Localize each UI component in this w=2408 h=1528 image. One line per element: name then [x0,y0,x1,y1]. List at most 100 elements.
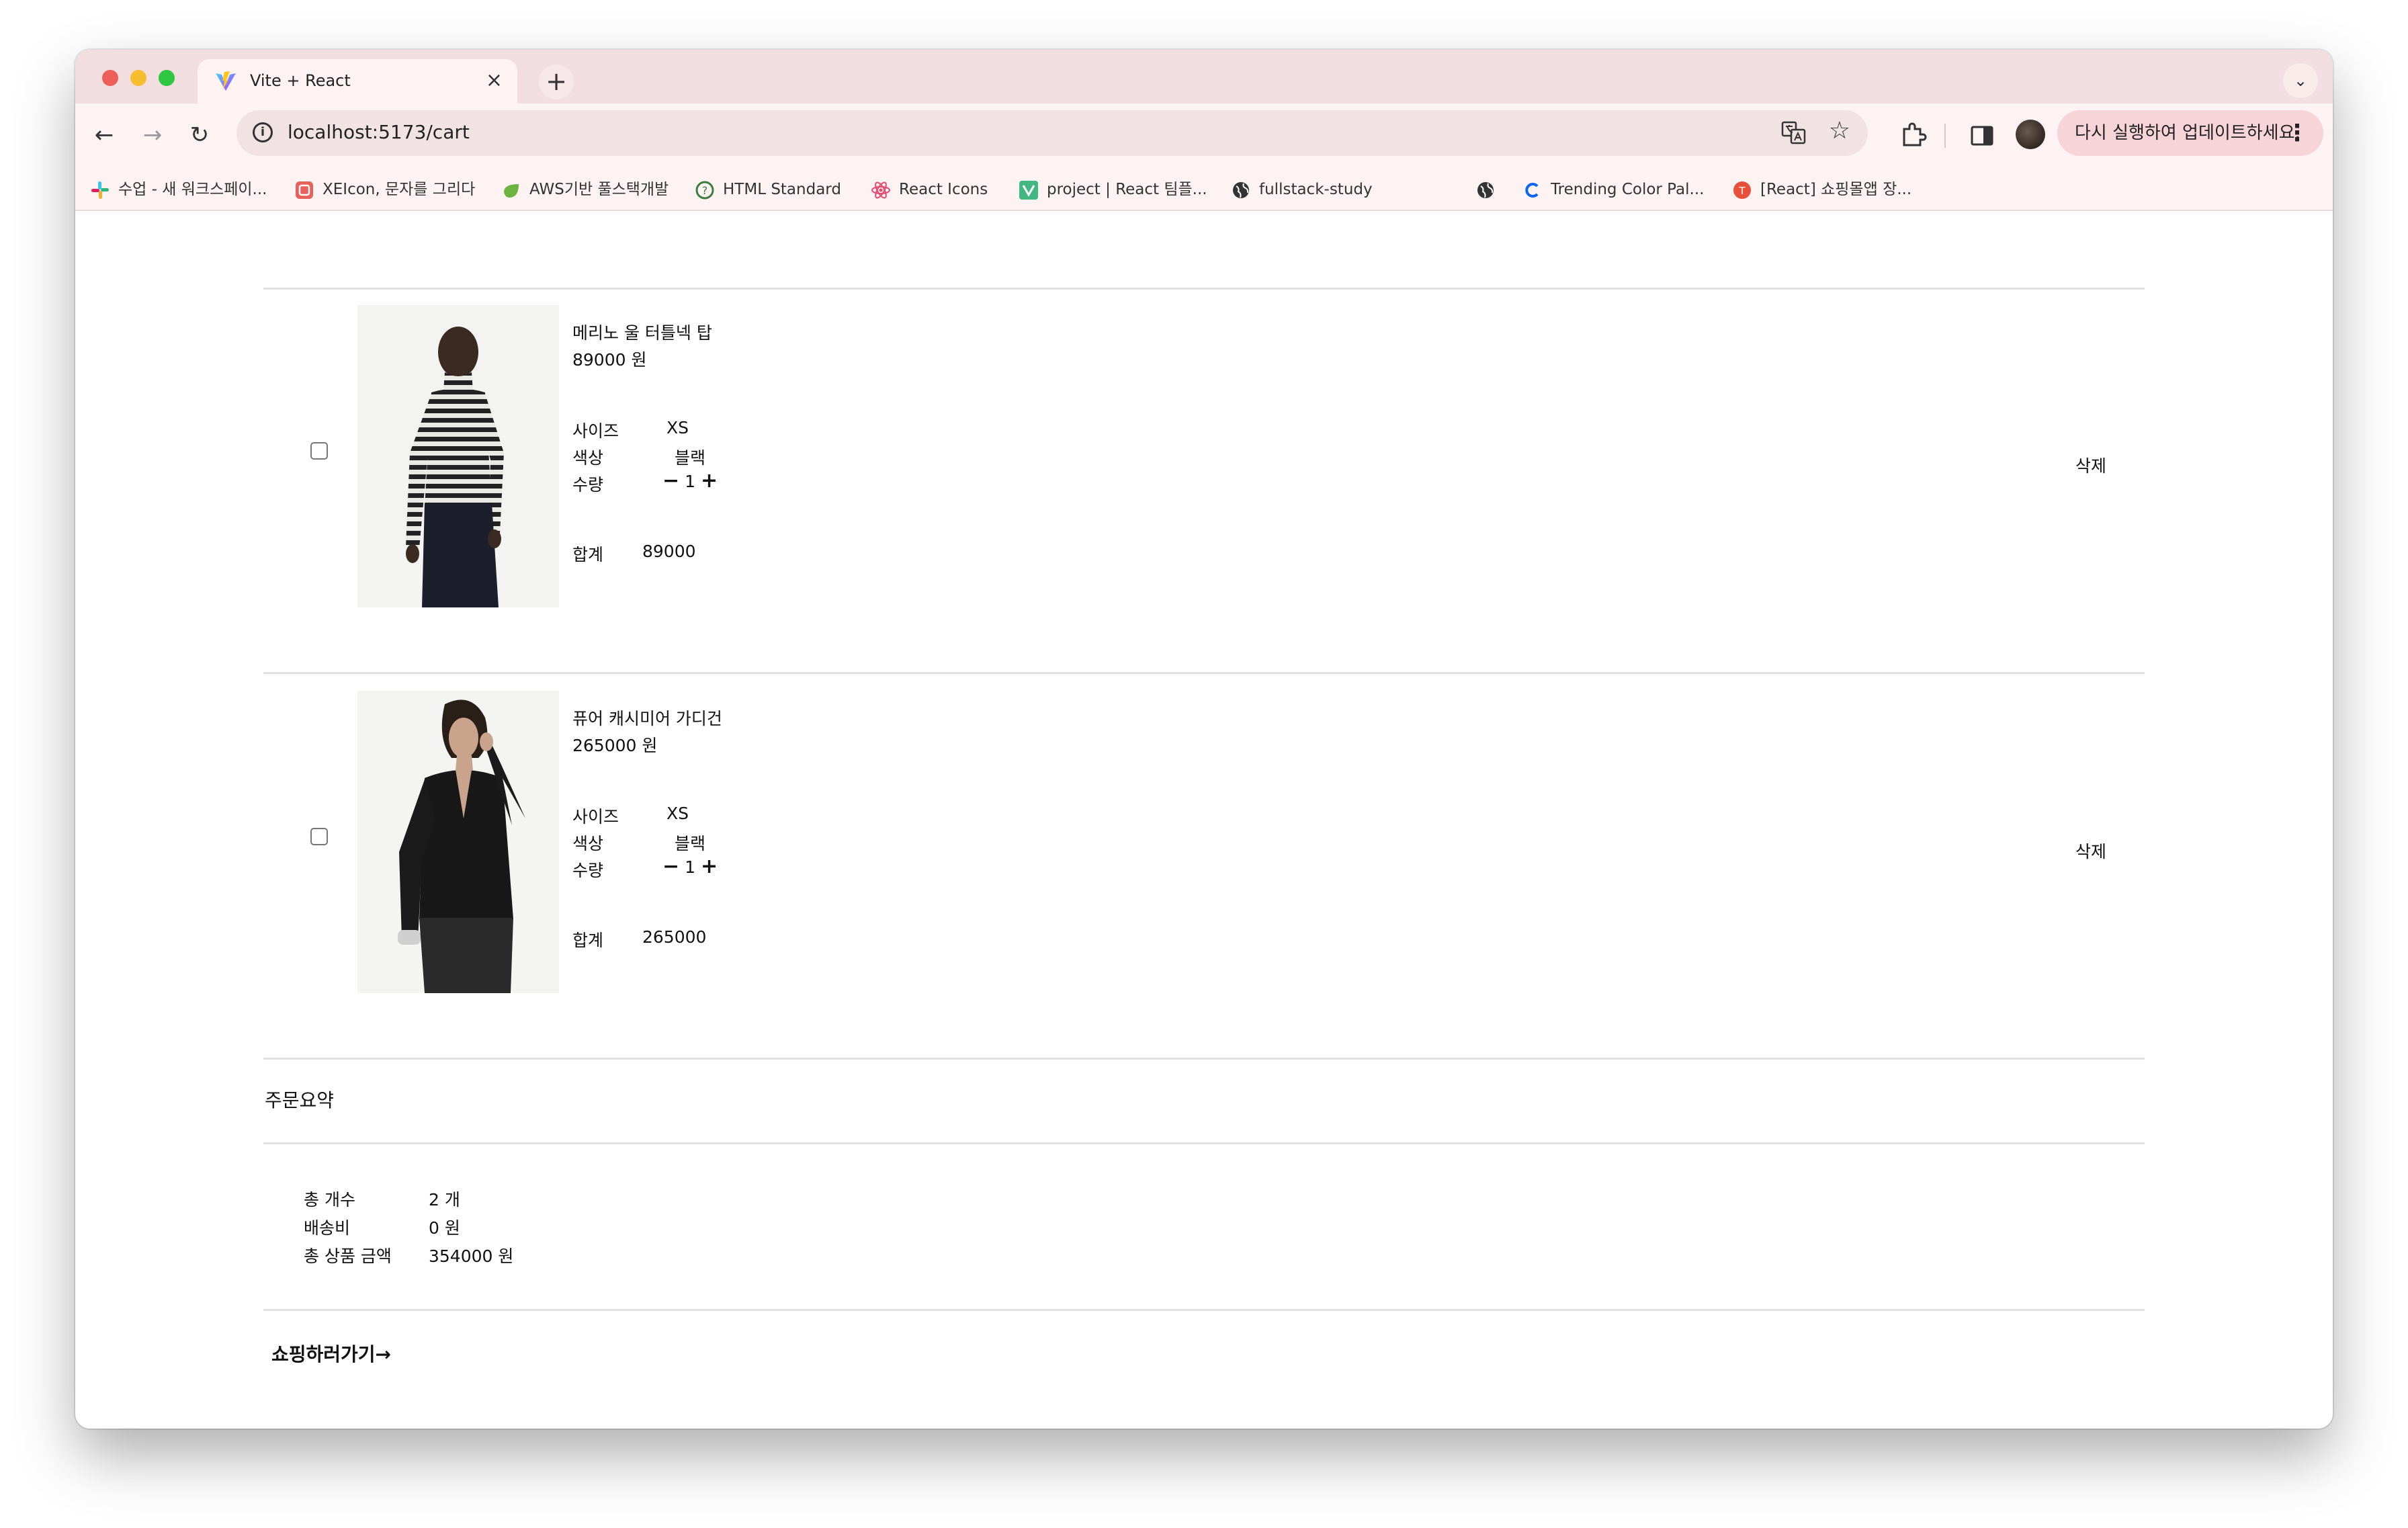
cart-page: 메리노 울 터틀넥 탑 89000 원 사이즈 XS 색상 블랙 수량 − 1 … [75,211,2333,1429]
bookmark-item[interactable]: Trending Color Pal... [1522,176,1704,203]
tab-search-button[interactable]: ⌄ [2283,63,2318,98]
color-value: 블랙 [675,448,706,468]
item-total-value: 265000 [642,927,707,947]
quantity-label: 수량 [572,861,604,880]
close-tab-icon[interactable]: × [486,69,503,93]
whatwg-icon: ? [695,181,714,199]
quantity-value: 1 [685,472,695,491]
svg-text:T: T [1738,185,1746,197]
address-bar[interactable]: i localhost:5173/cart ☆ [236,110,1868,156]
summary-title: 주문요약 [265,1089,335,1111]
back-button[interactable]: ← [87,118,121,152]
globe-icon [1233,181,1249,198]
divider [263,1142,2145,1144]
size-label: 사이즈 [572,807,619,826]
count-label: 총 개수 [304,1190,355,1209]
item-select-checkbox[interactable] [310,442,328,460]
item-total-label: 합계 [572,931,604,950]
bookmark-item[interactable]: XEIcon, 문자를 그리다 [294,176,475,203]
product-image [357,691,559,993]
shipping-value: 0 원 [429,1218,460,1238]
notion-icon: T [1733,181,1751,199]
cart-item: 메리노 울 터틀넥 탑 89000 원 사이즈 XS 색상 블랙 수량 − 1 … [263,305,2145,668]
divider [263,288,2145,290]
bookmark-item[interactable]: ? HTML Standard [695,176,841,203]
xeicon-icon [296,181,313,199]
minus-icon[interactable]: − [662,855,679,878]
total-value: 354000 원 [429,1246,514,1266]
translate-icon[interactable] [1780,120,1807,146]
black-cardigan-photo [357,691,559,993]
profile-avatar[interactable] [2016,120,2045,149]
bookmark-item[interactable]: project | React 팀플... [1019,176,1207,203]
slack-icon [91,181,109,199]
bookmarks-bar: 수업 - 새 워크스페이... XEIcon, 문자를 그리다 AWS기반 풀스… [75,168,2333,211]
side-panel-icon[interactable] [1966,120,1998,152]
extensions-puzzle-icon[interactable] [1896,118,1931,153]
delete-button[interactable]: 삭제 [2075,839,2106,863]
divider [263,1309,2145,1311]
divider [263,1058,2145,1060]
item-select-checkbox[interactable] [310,828,328,845]
product-name: 메리노 울 터틀넥 탑 [572,323,712,343]
svg-text:?: ? [702,184,708,197]
browser-window: Vite + React × + ⌄ ← → ↻ i localhost:517… [75,50,2333,1429]
leaf-icon [504,183,519,198]
vue-icon [1019,180,1038,200]
toolbar-separator [1944,124,1946,148]
item-total-value: 89000 [642,542,696,561]
minimize-window-button[interactable] [130,70,146,86]
size-value: XS [666,418,689,437]
update-chrome-button[interactable]: 다시 실행하여 업데이트하세요. ⋮ [2057,110,2323,156]
quantity-value: 1 [685,857,695,877]
url-text[interactable]: localhost:5173/cart [288,121,470,143]
minus-icon[interactable]: − [662,469,679,493]
total-label: 총 상품 금액 [304,1246,392,1266]
size-value: XS [666,804,689,823]
quantity-stepper: − 1 + [662,855,718,878]
item-total-label: 합계 [572,545,604,564]
globe-icon [1477,181,1494,198]
go-shopping-link[interactable]: 쇼핑하러가기→ [271,1340,391,1367]
product-name: 퓨어 캐시미어 가디건 [572,709,722,728]
bookmark-item[interactable]: AWS기반 풀스택개발 [501,176,669,203]
count-value: 2 개 [429,1190,460,1209]
tab-title: Vite + React [250,71,351,90]
product-price: 265000 원 [572,736,658,755]
forward-button[interactable]: → [136,118,169,152]
tab-vite-react[interactable]: Vite + React × [198,59,517,103]
delete-button[interactable]: 삭제 [2075,453,2106,477]
divider [263,672,2145,674]
bookmark-item[interactable]: 수업 - 새 워크스페이... [90,176,267,203]
product-price: 89000 원 [572,350,647,370]
bookmark-item[interactable]: React Icons [871,176,988,203]
shipping-label: 배송비 [304,1218,351,1238]
site-info-icon[interactable]: i [253,122,273,142]
quantity-label: 수량 [572,475,604,495]
bookmark-star-icon[interactable]: ☆ [1829,117,1850,144]
quantity-stepper: − 1 + [662,469,718,493]
reload-button[interactable]: ↻ [183,118,216,152]
close-window-button[interactable] [102,70,118,86]
color-label: 색상 [572,448,604,468]
product-image [357,305,559,607]
browser-toolbar: ← → ↻ i localhost:5173/cart ☆ 다시 실행하여 업데… [75,103,2333,168]
new-tab-button[interactable]: + [539,65,574,99]
more-menu-icon[interactable]: ⋮ [2286,110,2309,156]
cart-item: 퓨어 캐시미어 가디건 265000 원 사이즈 XS 색상 블랙 수량 − 1… [263,691,2145,1054]
color-value: 블랙 [675,834,706,853]
bookmark-item[interactable]: T [React] 쇼핑몰앱 장... [1732,176,1911,203]
size-label: 사이즈 [572,421,619,441]
tab-strip: Vite + React × + ⌄ [75,50,2333,103]
color-label: 색상 [572,834,604,853]
bookmark-item[interactable] [1475,176,1504,203]
update-label: 다시 실행하여 업데이트하세요. [2075,123,2300,143]
plus-icon[interactable]: + [701,855,718,878]
coolors-icon [1525,182,1539,198]
striped-turtleneck-photo [357,305,559,607]
plus-icon[interactable]: + [701,469,718,493]
vite-icon [216,71,236,91]
react-icon [871,181,890,199]
maximize-window-button[interactable] [159,70,175,86]
bookmark-item[interactable]: fullstack-study [1231,176,1373,203]
